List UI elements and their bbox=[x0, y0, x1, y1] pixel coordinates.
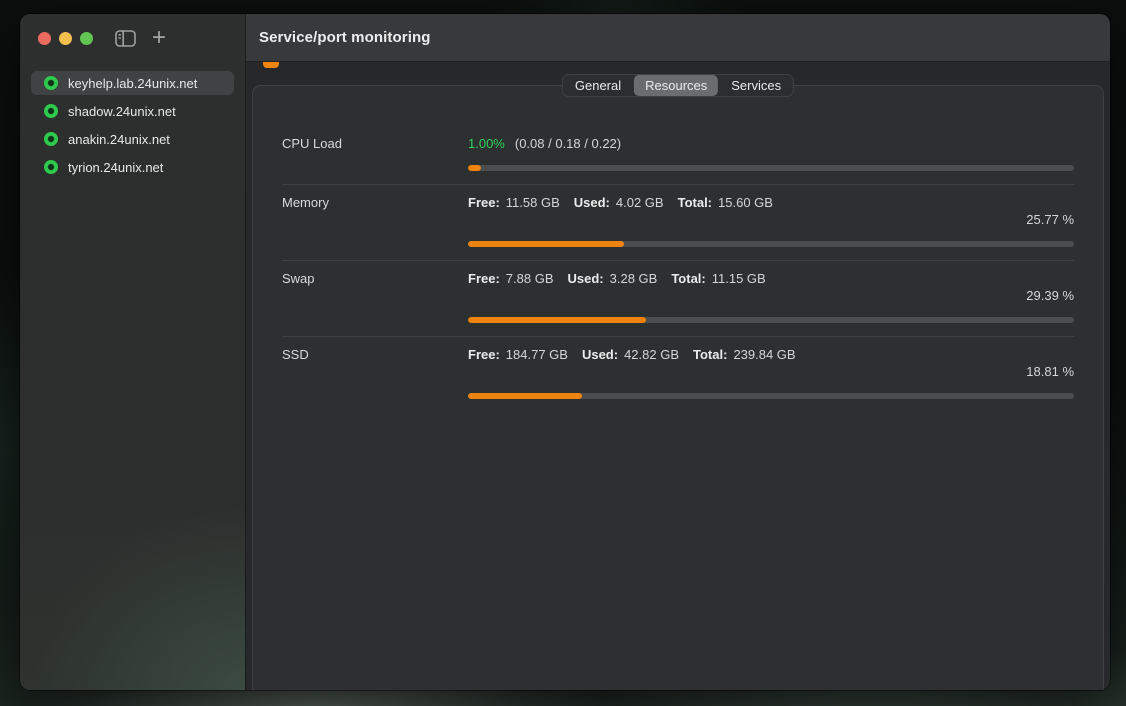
sidebar-item-keyhelp[interactable]: keyhelp.lab.24unix.net bbox=[31, 71, 234, 95]
sidebar: + keyhelp.lab.24unix.net shadow.24unix.n… bbox=[20, 14, 245, 690]
server-label: tyrion.24unix.net bbox=[68, 160, 163, 175]
free-label: Free: bbox=[468, 195, 500, 210]
ssd-used: 42.82 GB bbox=[624, 347, 679, 362]
plus-icon: + bbox=[152, 29, 166, 47]
ssd-progress-fill bbox=[468, 393, 582, 399]
swap-free: 7.88 GB bbox=[506, 271, 554, 286]
swap-used: 3.28 GB bbox=[610, 271, 658, 286]
swap-row: Swap Free: 7.88 GB Used: 3.28 GB Total: 11.… bbox=[282, 261, 1074, 337]
sidebar-item-anakin[interactable]: anakin.24unix.net bbox=[31, 127, 234, 151]
total-label: Total: bbox=[671, 271, 705, 286]
memory-total: 15.60 GB bbox=[718, 195, 773, 210]
cpu-load-label: CPU Load bbox=[282, 136, 342, 151]
memory-free: 11.58 GB bbox=[506, 195, 560, 210]
status-online-icon bbox=[44, 104, 58, 118]
swap-progress-bar bbox=[468, 317, 1074, 323]
free-label: Free: bbox=[468, 271, 500, 286]
ssd-total: 239.84 GB bbox=[733, 347, 795, 362]
memory-progress-fill bbox=[468, 241, 624, 247]
ssd-percent: 18.81 % bbox=[282, 364, 1074, 380]
used-label: Used: bbox=[568, 271, 604, 286]
cpu-progress-bar bbox=[468, 165, 1074, 171]
ssd-row: SSD Free: 184.77 GB Used: 42.82 GB Total: 2… bbox=[282, 337, 1074, 399]
memory-used: 4.02 GB bbox=[616, 195, 664, 210]
swap-percent: 29.39 % bbox=[282, 288, 1074, 304]
resources-card: CPU Load 1.00% (0.08 / 0.18 / 0.22) Memo… bbox=[252, 85, 1104, 690]
tab-general[interactable]: General bbox=[564, 75, 632, 96]
tab-resources[interactable]: Resources bbox=[634, 75, 718, 96]
status-online-icon bbox=[44, 76, 58, 90]
memory-progress-bar bbox=[468, 241, 1074, 247]
server-label: shadow.24unix.net bbox=[68, 104, 176, 119]
view-tabs: General Resources Services bbox=[562, 74, 794, 97]
tab-services[interactable]: Services bbox=[720, 75, 792, 96]
cpu-load-value: 1.00% bbox=[468, 136, 505, 151]
memory-row: Memory Free: 11.58 GB Used: 4.02 GB Total:… bbox=[282, 185, 1074, 261]
status-online-icon bbox=[44, 160, 58, 174]
traffic-lights bbox=[38, 32, 93, 45]
cpu-load-row: CPU Load 1.00% (0.08 / 0.18 / 0.22) bbox=[282, 136, 1074, 185]
free-label: Free: bbox=[468, 347, 500, 362]
app-window: + keyhelp.lab.24unix.net shadow.24unix.n… bbox=[20, 14, 1110, 690]
server-label: keyhelp.lab.24unix.net bbox=[68, 76, 197, 91]
cpu-progress-fill bbox=[468, 165, 481, 171]
clipped-progress-bar bbox=[263, 62, 279, 68]
server-list: keyhelp.lab.24unix.net shadow.24unix.net… bbox=[20, 62, 245, 188]
toggle-sidebar-button[interactable] bbox=[115, 30, 136, 47]
ssd-progress-bar bbox=[468, 393, 1074, 399]
close-button[interactable] bbox=[38, 32, 51, 45]
sidebar-item-shadow[interactable]: shadow.24unix.net bbox=[31, 99, 234, 123]
cpu-load-averages: (0.08 / 0.18 / 0.22) bbox=[515, 136, 621, 151]
window-titlebar: Service/port monitoring bbox=[246, 14, 1110, 62]
used-label: Used: bbox=[582, 347, 618, 362]
sidebar-toggle-icon bbox=[115, 30, 136, 47]
used-label: Used: bbox=[574, 195, 610, 210]
swap-progress-fill bbox=[468, 317, 646, 323]
sidebar-item-tyrion[interactable]: tyrion.24unix.net bbox=[31, 155, 234, 179]
zoom-button[interactable] bbox=[80, 32, 93, 45]
minimize-button[interactable] bbox=[59, 32, 72, 45]
main-panel: Service/port monitoring General Resource… bbox=[245, 14, 1110, 690]
total-label: Total: bbox=[678, 195, 712, 210]
swap-total: 11.15 GB bbox=[712, 271, 766, 286]
total-label: Total: bbox=[693, 347, 727, 362]
memory-percent: 25.77 % bbox=[282, 212, 1074, 228]
status-online-icon bbox=[44, 132, 58, 146]
server-label: anakin.24unix.net bbox=[68, 132, 170, 147]
sidebar-titlebar: + bbox=[20, 14, 245, 62]
page-title: Service/port monitoring bbox=[259, 29, 431, 46]
add-server-button[interactable]: + bbox=[152, 29, 166, 47]
ssd-free: 184.77 GB bbox=[506, 347, 568, 362]
swap-label: Swap bbox=[282, 271, 315, 286]
ssd-label: SSD bbox=[282, 347, 309, 362]
memory-label: Memory bbox=[282, 195, 329, 210]
